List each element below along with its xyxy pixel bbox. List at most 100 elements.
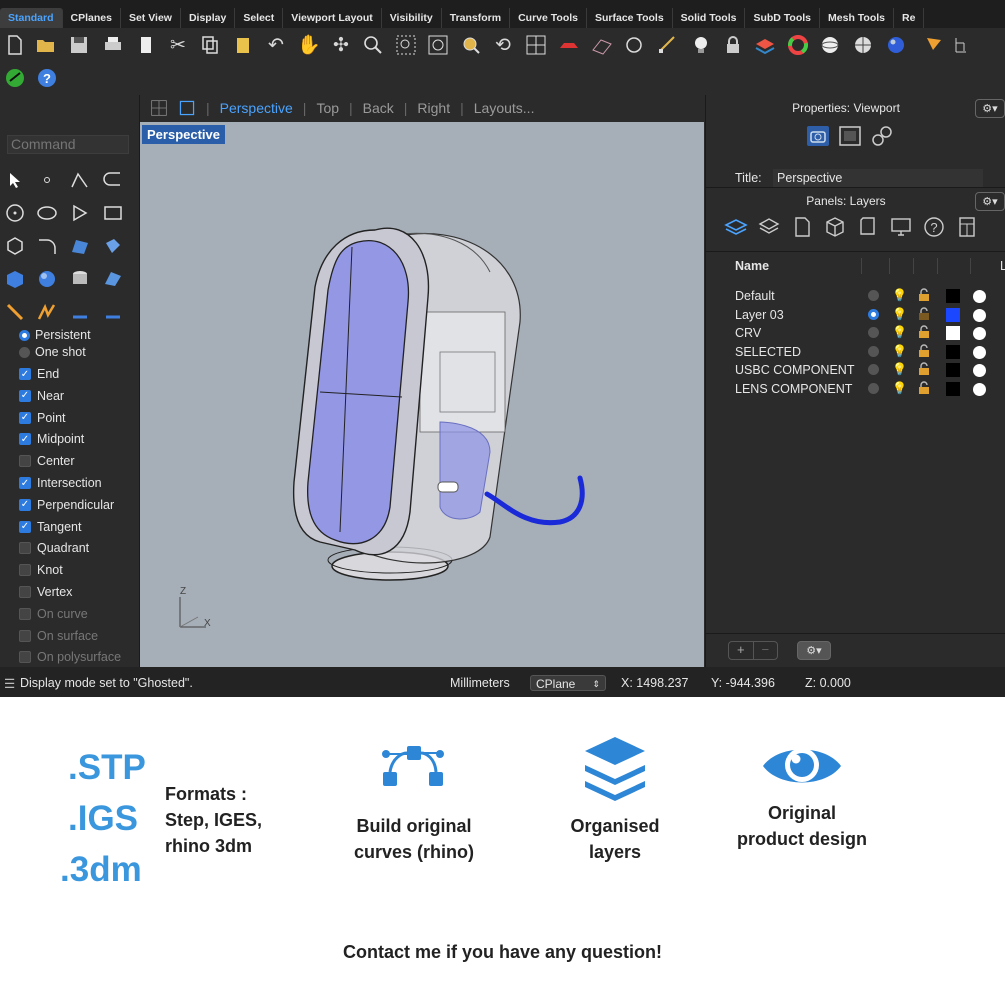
layer-current-toggle[interactable] [868,290,879,301]
lock-icon[interactable] [917,343,931,363]
copy-icon[interactable] [197,32,223,58]
checkbox-unchecked[interactable] [19,607,31,620]
list-icon[interactable]: ☰ [4,676,15,691]
lock-icon[interactable] [917,362,931,381]
rotate-view-icon[interactable]: ✣ [328,32,354,58]
layer-color-swatch[interactable] [946,344,960,359]
viewport-title-field[interactable]: Perspective [773,169,983,187]
lock-icon[interactable] [917,325,931,344]
osnap-item-end[interactable]: ✓ End [19,364,59,384]
checkbox-unchecked[interactable] [19,542,31,555]
add-layer-button[interactable]: + [729,642,754,659]
checkbox-unchecked[interactable] [19,629,31,642]
layers-stack-icon[interactable] [724,215,748,244]
osnap-item-point[interactable]: ✓ Point [19,408,66,428]
select-arrow-icon[interactable] [2,167,28,193]
color-wheel-icon[interactable] [785,32,811,58]
layers-options-button[interactable]: ⚙▾ [797,641,831,660]
osnap-item-midpoint[interactable]: ✓ Midpoint [19,429,84,449]
curve-icon[interactable] [100,167,126,193]
single-view-layout-icon[interactable] [176,97,198,119]
layers-column-extra[interactable]: L [1000,259,1005,273]
checkbox-checked[interactable]: ✓ [19,389,31,402]
tab-mesh-tools[interactable]: Mesh Tools [820,8,895,28]
zoom-extents-icon[interactable] [425,32,451,58]
dimension-icon[interactable] [100,299,126,325]
osnap-item-knot[interactable]: Knot [19,560,63,580]
layer-material-dot[interactable] [973,345,986,359]
layers-gear-button[interactable]: ⚙▾ [975,192,1005,211]
checkbox-unchecked[interactable] [19,455,31,468]
layer-current-toggle[interactable] [868,345,879,357]
render-cone-icon[interactable] [921,32,947,58]
layer-row[interactable]: SELECTED [735,343,801,361]
osnap-item-quadrant[interactable]: Quadrant [19,538,89,558]
light-bulb-icon[interactable]: 💡 [892,381,907,395]
layer-material-dot[interactable] [973,290,986,303]
tab-layouts[interactable]: Layouts... [464,100,545,116]
layer-color-swatch[interactable] [946,381,960,396]
tab-viewport-layout[interactable]: Viewport Layout [283,8,382,28]
remove-layer-button[interactable]: − [754,642,778,659]
camera-icon[interactable] [806,125,830,152]
circle-icon[interactable] [2,200,28,226]
layer-material-dot[interactable] [973,364,986,377]
light-bulb-icon[interactable]: 💡 [892,325,907,339]
paste-icon[interactable] [230,32,256,58]
checkbox-checked[interactable]: ✓ [19,498,31,511]
layer-row[interactable]: LENS COMPONENT [735,380,852,398]
zoom-icon[interactable] [360,32,386,58]
pan-hand-icon[interactable]: ✋ [296,32,322,58]
grasshopper-icon[interactable] [2,65,28,91]
tab-set-view[interactable]: Set View [121,8,181,28]
osnap-item-center[interactable]: Center [19,451,75,471]
layers-column-name[interactable]: Name [735,259,769,273]
transform-icon[interactable] [2,299,28,325]
polygon-icon[interactable] [2,233,28,259]
tab-curve-tools[interactable]: Curve Tools [510,8,587,28]
link-icon[interactable] [870,125,894,152]
lock-icon[interactable] [917,380,931,400]
layer-row[interactable]: USBC COMPONENT [735,361,854,379]
sphere-icon[interactable] [34,266,60,292]
save-icon[interactable] [66,32,92,58]
light-bulb-icon[interactable]: 💡 [892,307,907,321]
surface-icon[interactable] [67,233,93,259]
cylinder-icon[interactable] [67,266,93,292]
grid-icon[interactable] [589,32,615,58]
box-icon[interactable] [2,266,28,292]
osnap-item-perpendicular[interactable]: ✓ Perpendicular [19,495,114,515]
rendered-sphere-icon[interactable] [883,32,909,58]
layer-current-toggle[interactable] [868,382,879,394]
layer-color-swatch[interactable] [946,363,960,377]
named-views-icon[interactable] [556,32,582,58]
tab-standard[interactable]: Standard [0,8,63,28]
checkbox-unchecked[interactable] [19,586,31,598]
current-layer-indicator[interactable] [868,308,879,320]
lock-icon[interactable] [917,306,931,326]
layer-row[interactable]: Layer 03 [735,306,784,324]
help-icon[interactable]: ? [34,65,60,91]
properties-gear-button[interactable]: ⚙▾ [975,99,1005,118]
layer-material-dot[interactable] [973,308,986,322]
cplane-select[interactable]: CPlane ⇕ [530,675,606,691]
history-tree-icon[interactable] [950,32,976,58]
cut-icon[interactable]: ✂ [165,32,191,58]
template-icon[interactable] [133,32,159,58]
cplane-icon[interactable] [622,32,648,58]
layers-color-icon[interactable] [752,32,778,58]
osnap-item-tangent[interactable]: ✓ Tangent [19,517,81,537]
tab-solid-tools[interactable]: Solid Tools [673,8,746,28]
polyline-icon[interactable] [67,167,93,193]
print-icon[interactable] [100,32,126,58]
osnap-item-intersection[interactable]: ✓ Intersection [19,473,102,493]
osnap-item-on-surface[interactable]: On surface [19,626,98,646]
checkbox-checked[interactable]: ✓ [19,368,31,380]
checkbox-checked[interactable]: ✓ [19,411,31,424]
tab-subd-tools[interactable]: SubD Tools [745,8,821,28]
layer-material-dot[interactable] [973,382,986,396]
osnap-item-on-polysurface[interactable]: On polysurface [19,647,121,667]
osnap-item-on-curve[interactable]: On curve [19,604,88,624]
checkbox-unchecked[interactable] [19,651,31,664]
help-circle-icon[interactable]: ? [922,215,946,244]
